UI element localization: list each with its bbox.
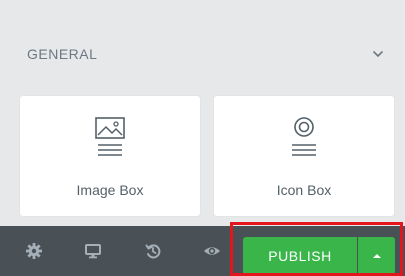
history-icon xyxy=(145,244,161,259)
widget-grid: Image Box Icon Box xyxy=(20,96,395,216)
widget-image-box[interactable]: Image Box xyxy=(20,96,200,216)
history-button[interactable] xyxy=(141,239,165,263)
publish-options-button[interactable] xyxy=(358,237,395,275)
preview-button[interactable] xyxy=(200,239,224,263)
responsive-mode-button[interactable] xyxy=(81,239,105,263)
eye-icon xyxy=(204,247,220,255)
widget-label: Image Box xyxy=(76,182,144,198)
widget-label: Icon Box xyxy=(276,182,332,198)
section-title: GENERAL xyxy=(27,46,98,62)
widget-icon-box[interactable]: Icon Box xyxy=(214,96,394,216)
chevron-down-icon[interactable] xyxy=(371,47,385,61)
icon-box-icon xyxy=(292,117,316,156)
caret-up-icon xyxy=(372,254,381,258)
publish-button[interactable]: PUBLISH xyxy=(243,237,357,275)
settings-button[interactable] xyxy=(22,239,46,263)
gear-icon xyxy=(26,243,42,259)
general-section-header[interactable]: GENERAL xyxy=(0,34,405,74)
widgets-panel: GENERAL Image Box Icon Box PUBLISH xyxy=(0,0,405,276)
image-box-icon xyxy=(95,117,125,156)
desktop-icon xyxy=(85,244,101,259)
